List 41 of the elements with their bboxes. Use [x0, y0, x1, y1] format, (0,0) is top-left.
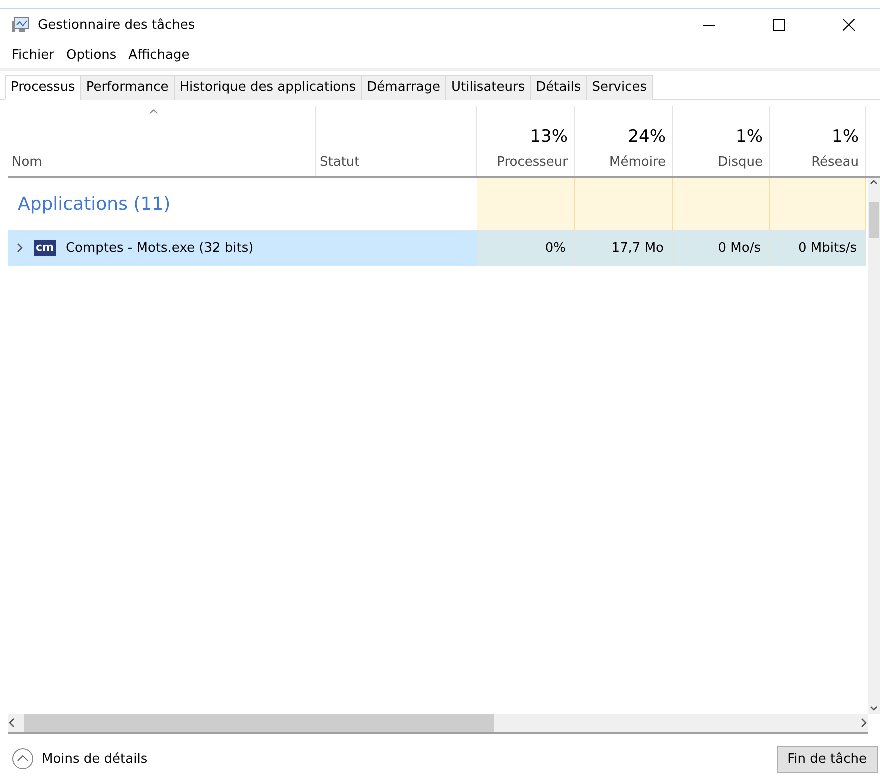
usage-percent: 1% [832, 127, 859, 147]
process-label: Comptes - Mots.exe (32 bits) [66, 240, 254, 256]
table-cell: 0 Mo/s [673, 230, 770, 266]
tab[interactable]: Services [586, 75, 654, 100]
menu-item[interactable]: Fichier [6, 45, 60, 66]
table-cell: 0% [477, 230, 575, 266]
tab[interactable]: Performance [80, 75, 175, 100]
process-name[interactable]: cm Comptes - Mots.exe (32 bits) [8, 230, 316, 266]
tab[interactable]: Processus [5, 75, 82, 100]
close-button[interactable] [843, 19, 855, 31]
usage-percent: 24% [628, 127, 666, 147]
group-title: Applications (11) [17, 192, 172, 216]
fewer-details-button[interactable]: Moins de détails [12, 748, 148, 770]
column-header[interactable]: Processeur [497, 155, 568, 170]
usage-percent: 13% [530, 127, 568, 147]
table-cell: 0 Mbits/s [770, 230, 866, 266]
chevron-icon[interactable] [16, 243, 24, 253]
tab[interactable]: Historique des applications [174, 75, 362, 100]
usage-percent: 1% [736, 127, 763, 147]
vertical-scrollbar[interactable] [868, 178, 880, 714]
column-header[interactable]: Nom [12, 155, 42, 170]
tab[interactable]: Démarrage [361, 75, 446, 100]
horizontal-scrollbar[interactable] [8, 714, 868, 734]
window-title: Gestionnaire des tâches [38, 18, 196, 32]
column-header[interactable]: Statut [320, 155, 360, 170]
scrollbar-thumb[interactable] [24, 714, 494, 732]
monitor-icon [12, 17, 30, 33]
app-icon: cm [34, 240, 56, 256]
menu-item[interactable]: Options [60, 45, 123, 66]
sort-arrow[interactable]: ^ [148, 108, 160, 124]
column-header[interactable]: Mémoire [609, 155, 666, 170]
menu-item[interactable]: Affichage [122, 45, 196, 66]
scrollbar-thumb[interactable] [869, 202, 879, 238]
collapse-icon [12, 748, 34, 770]
tab[interactable]: Utilisateurs [445, 75, 532, 100]
column-header[interactable]: Réseau [812, 155, 859, 170]
maximize-button[interactable] [773, 19, 785, 31]
column-header[interactable]: Disque [718, 155, 763, 170]
tab[interactable]: Détails [530, 75, 588, 100]
end-task-button[interactable]: Fin de tâche [776, 746, 878, 772]
table-cell: 17,7 Mo [575, 230, 673, 266]
